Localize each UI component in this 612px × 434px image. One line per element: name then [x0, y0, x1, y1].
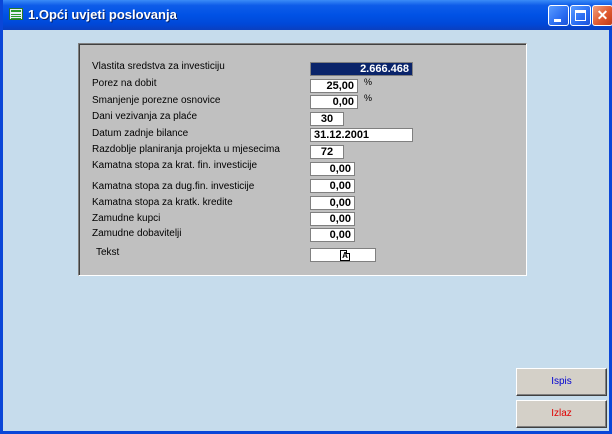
- input-kamatna-krat-fin[interactable]: 0,00: [310, 162, 355, 176]
- close-icon: ✕: [596, 7, 609, 23]
- exit-button[interactable]: Izlaz: [516, 400, 607, 428]
- title-bar[interactable]: 1.Opći uvjeti poslovanja ✕: [3, 0, 612, 30]
- print-button[interactable]: Ispis: [516, 368, 607, 396]
- label-datum-bilance: Datum zadnje bilance: [92, 128, 189, 139]
- settings-panel: Vlastita sredstva za investiciju 2.666.4…: [78, 43, 527, 276]
- document-a-icon: A: [340, 250, 350, 261]
- label-kamatna-krat-fin: Kamatna stopa za krat. fin. investicije: [92, 160, 258, 171]
- label-razdoblje-planiranja: Razdoblje planiranja projekta u mjesecim…: [92, 144, 280, 155]
- app-window: 1.Opći uvjeti poslovanja ✕ Vlastita sred…: [0, 0, 612, 434]
- minimize-button[interactable]: [548, 5, 569, 26]
- input-kamatna-dug-fin[interactable]: 0,00: [310, 179, 355, 193]
- label-tekst: Tekst: [96, 247, 120, 258]
- label-porez-na-dobit: Porez na dobit: [92, 78, 157, 89]
- label-dani-vezivanja: Dani vezivanja za plaće: [92, 111, 198, 122]
- label-zamudne-dobavitelji: Zamudne dobavitelji: [92, 228, 182, 239]
- label-zamudne-kupci: Zamudne kupci: [92, 213, 161, 224]
- percent-unit: %: [364, 77, 373, 87]
- input-tekst[interactable]: A: [310, 248, 376, 262]
- label-kamatna-kratk-kredite: Kamatna stopa za kratk. kredite: [92, 197, 233, 208]
- maximize-button[interactable]: [570, 5, 591, 26]
- input-kamatna-kratk-kredite[interactable]: 0,00: [310, 196, 355, 210]
- app-icon[interactable]: [9, 8, 23, 20]
- window-title: 1.Opći uvjeti poslovanja: [28, 7, 177, 22]
- input-razdoblje-planiranja[interactable]: 72: [310, 145, 344, 159]
- label-kamatna-dug-fin: Kamatna stopa za dug.fin. investicije: [92, 181, 255, 192]
- input-smanjenje-porezne[interactable]: 0,00: [310, 95, 358, 109]
- percent-unit: %: [364, 93, 373, 103]
- input-porez-na-dobit[interactable]: 25,00: [310, 79, 358, 93]
- input-vlastita-sredstva[interactable]: 2.666.468: [310, 62, 413, 76]
- input-zamudne-dobavitelji[interactable]: 0,00: [310, 228, 355, 242]
- label-smanjenje-porezne: Smanjenje porezne osnovice: [92, 95, 221, 106]
- label-vlastita-sredstva: Vlastita sredstva za investiciju: [92, 61, 225, 72]
- input-dani-vezivanja[interactable]: 30: [310, 112, 344, 126]
- input-datum-bilance[interactable]: 31.12.2001: [310, 128, 413, 142]
- close-button[interactable]: ✕: [592, 5, 612, 26]
- input-zamudne-kupci[interactable]: 0,00: [310, 212, 355, 226]
